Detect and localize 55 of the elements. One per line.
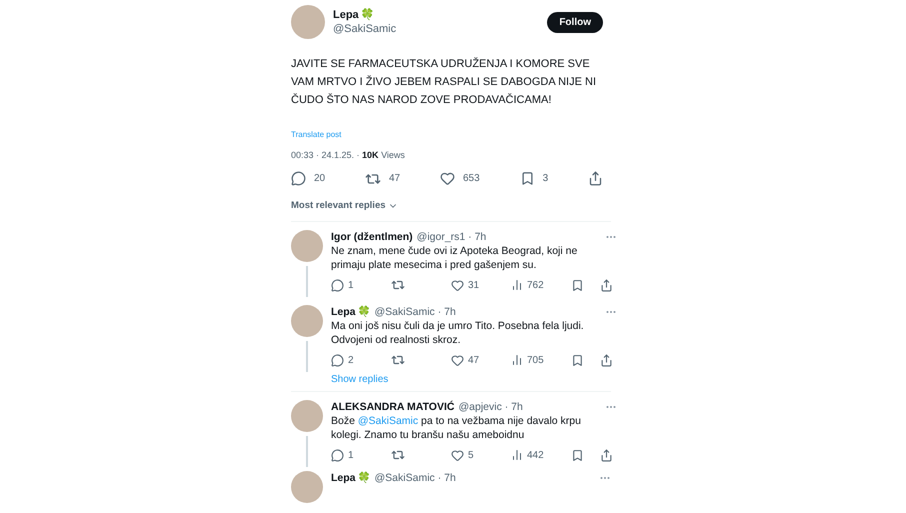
bookmark-icon[interactable] [571,354,584,367]
repost-count: 47 [389,172,400,186]
author-handle[interactable]: @igor_rs1 · 7h [416,230,486,244]
reply-icon[interactable] [331,278,344,292]
reply-text: Ne znam, mene čude ovi iz Apoteka Beograd, koji ne primaju plate mesecima i pred gašenjem su. [331,244,578,272]
bookmark-count: 3 [542,172,548,186]
like-icon[interactable] [451,278,464,292]
thread-line [306,266,308,297]
post-text: JAVITE SE FARMACEUTSKA UDRUŽENJA I KOMORE SVE VAM MRTVO I ŽIVO JEBEM RASPALI SE DABOGDA NIJE NI ČUDO ŠTO NAS NAROD ZOVE PRODAVAČICAMA! [291,56,598,108]
author-name[interactable]: ALEKSANDRA MATOVIĆ [331,400,454,414]
share-icon[interactable] [600,448,613,462]
reply-count: 20 [314,172,326,186]
reply-icon[interactable] [331,448,344,462]
share-icon[interactable] [588,171,603,186]
emoji: 🍀 [360,8,375,22]
author-name[interactable]: Lepa [333,8,359,22]
author-handle[interactable]: @SakiSamic · 7h [374,304,456,319]
like-icon[interactable] [451,448,464,462]
views-count: 762 [527,278,544,293]
views-icon[interactable] [511,449,523,462]
bookmark-icon[interactable] [571,448,584,462]
author-handle[interactable]: @apjevic · 7h [458,400,523,414]
author-name[interactable]: Lepa [331,304,356,319]
reply-text: Ma oni još nisu čuli da je umro Tito. Posebna fela ljudi. Odvojeni od realnosti skroz. [331,318,585,347]
reply-text: Bože @SakiSamic pa to na vežbama nije davalo krpu kolegi. Znamo tu branšu našu ameboidnu [331,414,582,442]
reply-icon[interactable] [291,171,306,186]
follow-button[interactable]: Follow [547,12,603,32]
reply-count: 2 [348,354,354,368]
reply-count: 1 [348,278,354,293]
author-name[interactable]: Igor (džentlmen) [331,230,413,244]
like-icon[interactable] [440,171,455,186]
emoji: 🍀 [358,304,371,319]
thread-line [306,340,308,372]
sort-dropdown[interactable]: Most relevant replies [291,198,398,213]
like-icon[interactable] [451,354,464,367]
views-icon[interactable] [511,279,523,292]
share-icon[interactable] [600,278,613,292]
author-name[interactable]: Lepa [331,470,356,485]
views-count: 442 [527,448,544,463]
emoji: 🍀 [358,470,371,485]
views-count: 705 [527,354,544,368]
like-count: 47 [468,354,480,368]
post-meta: 00:33 · 24.1.25. · 10K Views [291,149,406,162]
reply-count: 1 [348,448,354,463]
like-count: 5 [468,448,474,463]
views-icon[interactable] [511,354,523,366]
bookmark-icon[interactable] [520,171,535,186]
like-count: 31 [468,278,480,293]
thread-line [306,436,308,467]
share-icon[interactable] [600,354,613,367]
author-handle[interactable]: @SakiSamic · 7h [374,470,456,485]
bookmark-icon[interactable] [571,278,584,292]
author-handle[interactable]: @SakiSamic [333,22,396,36]
reply-icon[interactable] [331,354,344,367]
like-count: 653 [463,172,480,186]
